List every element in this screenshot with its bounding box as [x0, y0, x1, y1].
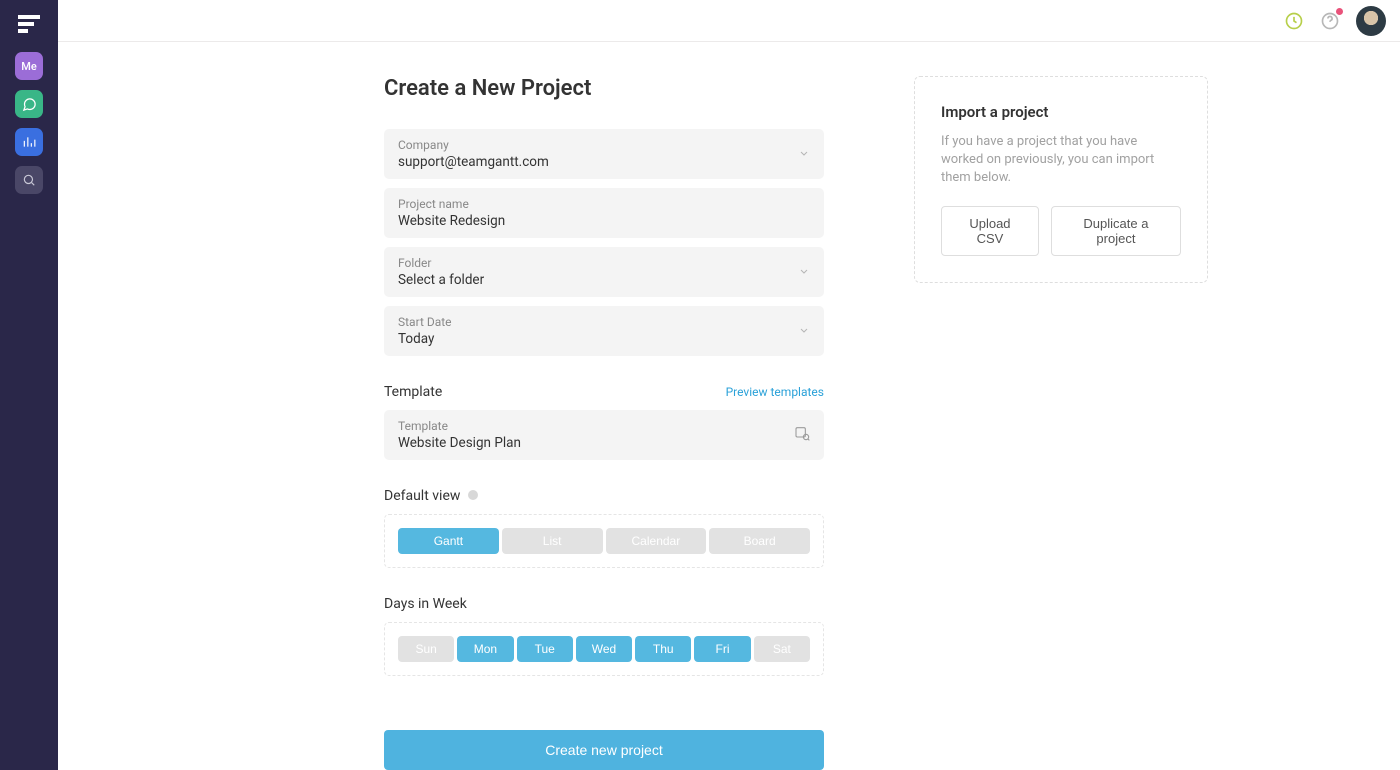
folder-label: Folder	[398, 256, 810, 270]
template-browse-icon	[794, 425, 810, 445]
project-name-label: Project name	[398, 197, 810, 211]
company-value: support@teamgantt.com	[398, 154, 810, 170]
sidebar-item-me[interactable]: Me	[15, 52, 43, 80]
folder-select[interactable]: Folder Select a folder	[384, 247, 824, 297]
day-toggle-fri[interactable]: Fri	[694, 636, 750, 662]
days-group: SunMonTueWedThuFriSat	[384, 622, 824, 676]
sidebar: Me	[0, 0, 58, 770]
main: Create a New Project Company support@tea…	[58, 0, 1400, 770]
info-icon[interactable]	[468, 490, 478, 500]
day-toggle-tue[interactable]: Tue	[517, 636, 573, 662]
import-actions: Upload CSV Duplicate a project	[941, 206, 1181, 256]
template-section-label: Template	[384, 384, 442, 400]
chart-icon	[22, 135, 36, 149]
template-select[interactable]: Template Website Design Plan	[384, 410, 824, 460]
view-option-list[interactable]: List	[502, 528, 603, 554]
start-date-select[interactable]: Start Date Today	[384, 306, 824, 356]
day-toggle-mon[interactable]: Mon	[457, 636, 513, 662]
day-toggle-sat[interactable]: Sat	[754, 636, 810, 662]
sidebar-item-reports[interactable]	[15, 128, 43, 156]
app-logo[interactable]	[15, 10, 43, 38]
avatar[interactable]	[1356, 6, 1386, 36]
sidebar-me-label: Me	[21, 60, 37, 73]
template-label: Template	[398, 419, 810, 433]
company-label: Company	[398, 138, 810, 152]
start-date-label: Start Date	[398, 315, 810, 329]
notification-dot	[1336, 8, 1343, 15]
content: Create a New Project Company support@tea…	[58, 42, 1400, 770]
chevron-down-icon	[798, 145, 810, 164]
default-view-text: Default view	[384, 488, 460, 504]
start-date-value: Today	[398, 331, 810, 347]
template-section-header: Template Preview templates	[384, 384, 824, 400]
days-section-header: Days in Week	[384, 596, 824, 612]
sidebar-item-search[interactable]	[15, 166, 43, 194]
project-name-input[interactable]: Project name Website Redesign	[384, 188, 824, 238]
days-section-label: Days in Week	[384, 596, 467, 612]
template-value: Website Design Plan	[398, 435, 810, 451]
chat-icon	[22, 97, 37, 112]
page-title: Create a New Project	[384, 76, 824, 101]
duplicate-project-button[interactable]: Duplicate a project	[1051, 206, 1181, 256]
day-toggle-wed[interactable]: Wed	[576, 636, 632, 662]
view-option-gantt[interactable]: Gantt	[398, 528, 499, 554]
recent-icon[interactable]	[1284, 11, 1304, 31]
folder-value: Select a folder	[398, 272, 810, 288]
import-card: Import a project If you have a project t…	[914, 76, 1208, 283]
search-icon	[22, 173, 36, 187]
topbar	[58, 0, 1400, 42]
form-column: Create a New Project Company support@tea…	[384, 76, 824, 770]
day-toggle-thu[interactable]: Thu	[635, 636, 691, 662]
view-option-board[interactable]: Board	[709, 528, 810, 554]
help-icon[interactable]	[1320, 11, 1340, 31]
project-name-value: Website Redesign	[398, 213, 810, 229]
chevron-down-icon	[798, 263, 810, 282]
default-view-section-header: Default view	[384, 488, 824, 504]
view-option-calendar[interactable]: Calendar	[606, 528, 707, 554]
company-select[interactable]: Company support@teamgantt.com	[384, 129, 824, 179]
sidebar-item-chat[interactable]	[15, 90, 43, 118]
day-toggle-sun[interactable]: Sun	[398, 636, 454, 662]
preview-templates-link[interactable]: Preview templates	[726, 385, 824, 399]
chevron-down-icon	[798, 322, 810, 341]
import-title: Import a project	[941, 103, 1181, 121]
default-view-group: GanttListCalendarBoard	[384, 514, 824, 568]
upload-csv-button[interactable]: Upload CSV	[941, 206, 1039, 256]
default-view-section-label: Default view	[384, 488, 478, 504]
import-description: If you have a project that you have work…	[941, 133, 1181, 188]
create-project-button[interactable]: Create new project	[384, 730, 824, 770]
